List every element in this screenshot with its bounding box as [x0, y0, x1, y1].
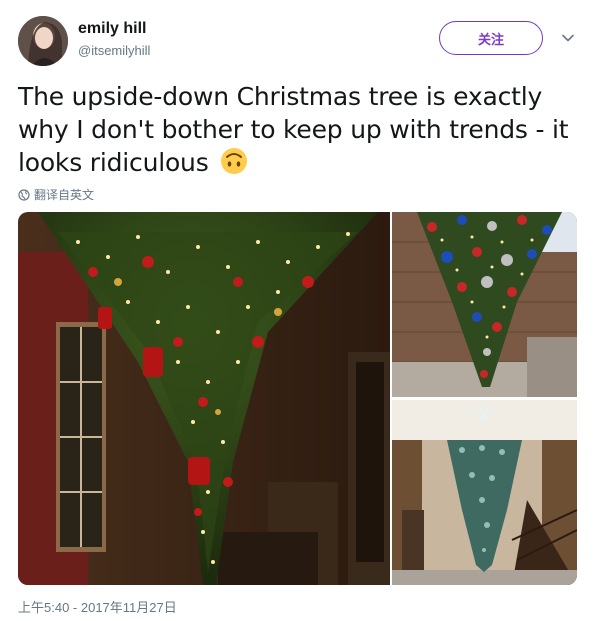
- tweet-card: emily hill @itsemilyhill 关注 The upside-d…: [0, 0, 599, 621]
- upside-down-face-emoji: [220, 147, 248, 175]
- avatar[interactable]: [18, 16, 68, 66]
- tweet-text: The upside-down Christmas tree is exactl…: [18, 80, 578, 179]
- chevron-down-icon[interactable]: [560, 30, 576, 46]
- follow-button[interactable]: 关注: [439, 21, 543, 55]
- media-grid: [18, 212, 577, 585]
- photo-hanging-bauble-tree[interactable]: [392, 212, 577, 397]
- photo-upside-down-tree-room[interactable]: [18, 212, 390, 585]
- author-name[interactable]: emily hill: [78, 20, 146, 38]
- tweet-body: The upside-down Christmas tree is exactl…: [18, 82, 569, 177]
- globe-icon: [18, 188, 30, 201]
- tweet-timestamp[interactable]: 上午5:40 - 2017年11月27日: [18, 597, 177, 616]
- translate-link[interactable]: 翻译自英文: [18, 186, 94, 203]
- translate-label[interactable]: 翻译自英文: [34, 186, 94, 203]
- photo-hall-crystal-tree[interactable]: [392, 400, 577, 585]
- author-handle[interactable]: @itsemilyhill: [78, 43, 150, 58]
